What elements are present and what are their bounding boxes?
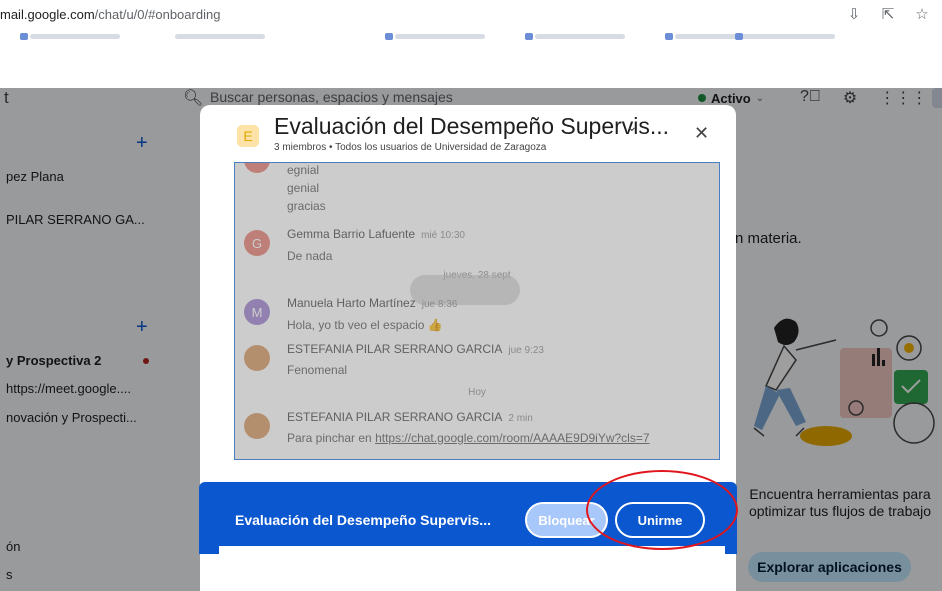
bookmarks-bar (0, 32, 942, 46)
date-separator: Hoy (468, 387, 486, 398)
url-text[interactable]: mail.google.com/chat/u/0/#onboarding (0, 7, 220, 22)
space-avatar: E (237, 125, 259, 147)
avatar: G (244, 230, 270, 256)
message-time: jue 8:36 (421, 299, 458, 310)
share-icon[interactable]: ⇱ (880, 5, 896, 23)
sender-name: ESTEFANIA PILAR SERRANO GARCIA jue 9:23 (287, 342, 544, 356)
sender-label: ESTEFANIA PILAR SERRANO GARCIA (287, 410, 503, 424)
sender-name: Gemma Barrio Lafuente mié 10:30 (287, 227, 465, 241)
message-text: Fenomenal (287, 363, 348, 377)
dialog-header: E Evaluación del Desempeño Supervis... ⌄… (200, 105, 736, 161)
message-text: Hola, yo tb veo el espacio 👍 (287, 318, 443, 332)
chrome-spacer (0, 46, 942, 88)
sender-label: Manuela Harto Martínez (287, 296, 416, 310)
message-text: De nada (287, 249, 333, 263)
message-text: genial (287, 181, 320, 195)
sender-label: Gemma Barrio Lafuente (287, 227, 416, 241)
star-icon[interactable]: ☆ (914, 5, 930, 23)
message-text: egnial (287, 163, 320, 177)
highlight-circle-annotation (586, 470, 738, 550)
browser-address-bar[interactable]: mail.google.com/chat/u/0/#onboarding ⇩ ⇱… (0, 0, 942, 32)
dialog-bottom (219, 546, 725, 591)
avatar: M (244, 299, 270, 325)
message-text: Para pinchar en https://chat.google.com/… (287, 431, 650, 445)
url-path: /chat/u/0/#onboarding (94, 7, 221, 22)
bookmark-item[interactable] (735, 33, 835, 40)
message-preview[interactable]: egnial genial gracias G Gemma Barrio Laf… (234, 162, 720, 460)
url-host: mail.google.com (0, 7, 95, 22)
avatar (244, 413, 270, 439)
message-time: mié 10:30 (421, 230, 465, 241)
sender-label: ESTEFANIA PILAR SERRANO GARCIA (287, 342, 503, 356)
chevron-down-icon[interactable]: ⌄ (626, 118, 638, 135)
message-text: gracias (287, 199, 326, 213)
message-link[interactable]: https://chat.google.com/room/AAAAE9D9iYw… (375, 431, 649, 445)
space-title[interactable]: Evaluación del Desempeño Supervis... (274, 113, 669, 140)
avatar (244, 163, 270, 173)
avatar (244, 345, 270, 371)
space-subtitle: 3 miembros • Todos los usuarios de Unive… (274, 142, 547, 153)
bookmark-item[interactable] (175, 34, 265, 39)
message-time: 2 min (508, 413, 533, 424)
message-prefix: Para pinchar en (287, 431, 376, 445)
sender-name: ESTEFANIA PILAR SERRANO GARCIA 2 min (287, 410, 533, 424)
sender-name: Manuela Harto Martínez jue 8:36 (287, 296, 457, 310)
message-time: jue 9:23 (508, 345, 544, 356)
install-icon[interactable]: ⇩ (846, 5, 862, 23)
bookmark-item[interactable] (525, 33, 625, 40)
close-icon[interactable]: ✕ (694, 123, 709, 144)
bookmark-item[interactable] (385, 33, 485, 40)
banner-title: Evaluación del Desempeño Supervis... (235, 512, 491, 528)
bookmark-item[interactable] (20, 33, 120, 40)
